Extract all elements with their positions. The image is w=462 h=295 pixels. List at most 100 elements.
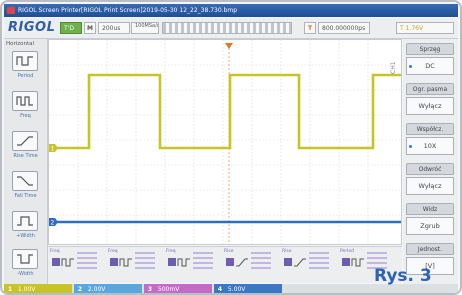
probe-ratio-value[interactable]: 10X: [406, 137, 454, 155]
freq-button[interactable]: [12, 91, 38, 111]
trigger-level-readout[interactable]: T 1.76V: [396, 22, 454, 34]
channel-number: 2: [77, 286, 83, 293]
rise-wave-icon: [236, 258, 248, 267]
memory-overview-bar: [162, 22, 292, 34]
source-icon: [342, 258, 350, 266]
period-label: Period: [17, 73, 34, 79]
source-icon: [52, 258, 60, 266]
fall-time-button[interactable]: [12, 171, 38, 191]
selector-dot-icon: [409, 65, 412, 68]
oscilloscope-window: RIGOL Screen Printer[RIGOL Print Screen]…: [0, 0, 462, 295]
waveform-display[interactable]: 1 2 CH1: [48, 39, 402, 245]
bandwidth-limit-menu[interactable]: Ogr. pasma Wyłącz: [406, 83, 454, 115]
probe-ratio-value-text: 10X: [423, 142, 437, 150]
fall-time-label: Fall Time: [14, 193, 37, 199]
ch1-trace: [57, 73, 401, 150]
channel-1-tab[interactable]: 1 1.00V: [4, 284, 72, 293]
sidebar-title: Horizontal: [6, 41, 35, 47]
measurement-item[interactable]: Freq: [166, 249, 214, 280]
channel-number: 3: [147, 286, 153, 293]
source-icon: [226, 258, 234, 266]
waveform-canvas: 1 2 CH1: [49, 40, 401, 244]
sample-rate-readout: 100MSa/s 1.2Mpts: [131, 22, 159, 34]
freq-wave-icon: [61, 258, 74, 267]
measurement-item[interactable]: Freq: [50, 249, 98, 280]
coupling-heading: Sprzęg: [406, 43, 454, 55]
period-button[interactable]: [12, 51, 38, 71]
ch1-marker-label: 1: [51, 146, 55, 153]
negative-width-button[interactable]: [12, 249, 38, 269]
rise-time-label: Rise Time: [13, 153, 38, 159]
rise-time-icon: [17, 136, 33, 146]
channel-number: 1: [7, 286, 13, 293]
measurement-values: [309, 252, 329, 272]
channel-menu-panel: Sprzęg DC Ogr. pasma Wyłącz Współcz. 10X…: [403, 39, 458, 284]
period-icon: [16, 56, 33, 66]
channel-scale: 2.00V: [87, 286, 106, 293]
measurement-bar: Freq Freq Freq Rise Rise Period: [48, 246, 402, 283]
measurement-item[interactable]: Rise: [282, 249, 330, 280]
window-titlebar: RIGOL Screen Printer[RIGOL Print Screen]…: [4, 4, 458, 17]
coupling-value[interactable]: DC: [406, 57, 454, 75]
volts-div-value[interactable]: Zgrub: [406, 217, 454, 235]
source-icon: [110, 258, 118, 266]
positive-width-icon: [17, 216, 33, 226]
measurement-values: [251, 252, 271, 272]
bandwidth-limit-value[interactable]: Wyłącz: [406, 97, 454, 115]
app-icon: [7, 7, 15, 14]
negative-width-label: -Width: [17, 271, 34, 277]
source-icon: [168, 258, 176, 266]
invert-menu[interactable]: Odwróć Wyłącz: [406, 163, 454, 195]
ch2-marker-label: 2: [51, 220, 55, 227]
channel-4-tab[interactable]: 4 5.00V: [214, 284, 282, 293]
figure-caption: Rys. 3: [374, 266, 432, 286]
freq-wave-icon: [177, 258, 190, 267]
negative-width-icon: [17, 254, 33, 264]
bandwidth-limit-value-text: Wyłącz: [418, 102, 442, 110]
channel-scale: 1.00V: [17, 286, 36, 293]
menu-button[interactable]: M: [84, 22, 96, 34]
trigger-level-value: 1.76V: [405, 25, 424, 32]
volts-div-value-text: Zgrub: [420, 222, 440, 230]
measurement-values: [77, 252, 97, 272]
channel-2-tab[interactable]: 2 2.00V: [74, 284, 142, 293]
unit-heading: Jednost.: [406, 243, 454, 255]
invert-value[interactable]: Wyłącz: [406, 177, 454, 195]
probe-ratio-menu[interactable]: Współcz. 10X: [406, 123, 454, 155]
coupling-menu[interactable]: Sprzęg DC: [406, 43, 454, 75]
positive-width-button[interactable]: [12, 211, 38, 231]
top-status-bar: RIGOL T'D M 200us 100MSa/s 1.2Mpts T 800…: [4, 18, 458, 39]
volts-div-menu[interactable]: Widz Zgrub: [406, 203, 454, 235]
window-title: RIGOL Screen Printer[RIGOL Print Screen]…: [18, 7, 238, 14]
trigger-position-readout[interactable]: 800.000000ps: [318, 22, 370, 34]
trigger-position-icon: T: [304, 22, 316, 34]
channel-scale: 500mV: [157, 286, 180, 293]
trigger-source-label: T: [400, 25, 404, 32]
measurement-values: [193, 252, 213, 272]
measurement-item[interactable]: Freq: [108, 249, 156, 280]
fall-time-icon: [17, 176, 33, 186]
invert-value-text: Wyłącz: [418, 182, 442, 190]
source-icon: [284, 258, 292, 266]
selector-dot-icon: [409, 145, 412, 148]
trigger-position-marker-icon: [225, 43, 233, 49]
run-mode-indicator[interactable]: T'D: [60, 22, 82, 34]
rise-wave-icon: [294, 258, 306, 267]
timebase-readout[interactable]: 200us: [98, 22, 130, 34]
coupling-value-text: DC: [425, 62, 435, 70]
freq-label: Freq: [20, 113, 31, 119]
channel-side-label: CH1: [390, 61, 397, 74]
rise-time-button[interactable]: [12, 131, 38, 151]
rigol-logo: RIGOL: [8, 20, 56, 35]
measure-sidebar: Horizontal Period Freq Rise Time Fall Ti…: [4, 39, 48, 284]
freq-icon: [16, 96, 33, 106]
freq-wave-icon: [119, 258, 132, 267]
measurement-values: [135, 252, 155, 272]
graticule: [49, 40, 401, 244]
channel-3-tab[interactable]: 3 500mV: [144, 284, 212, 293]
positive-width-label: +Width: [16, 233, 35, 239]
channel-number: 4: [217, 286, 223, 293]
measurement-item[interactable]: Rise: [224, 249, 272, 280]
volts-div-heading: Widz: [406, 203, 454, 215]
probe-ratio-heading: Współcz.: [406, 123, 454, 135]
